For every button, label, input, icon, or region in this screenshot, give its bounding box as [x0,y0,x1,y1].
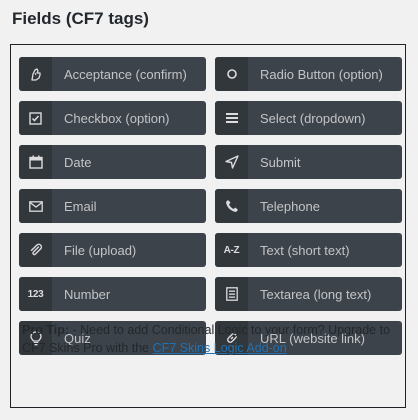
document-icon [215,277,248,311]
tag-button-label: Radio Button (option) [260,66,383,82]
pro-tip: Pro Tip: - Need to add Conditional Logic… [22,321,392,357]
calendar-icon [19,145,52,179]
pro-tip-prefix: Pro Tip: [22,323,69,337]
send-arrow-icon [215,145,248,179]
tag-button-label: Acceptance (confirm) [64,66,187,82]
phone-icon [215,189,248,223]
tag-button-label: Checkbox (option) [64,110,170,126]
tag-button-number[interactable]: 123 Number [19,277,206,311]
tag-button-label: Text (short text) [260,242,350,258]
tag-button-label: File (upload) [64,242,137,258]
paperclip-icon [19,233,52,267]
tag-button-text[interactable]: A-Z Text (short text) [215,233,402,267]
a-z-icon-text: A-Z [223,244,240,256]
checkbox-icon [19,101,52,135]
tag-button-date[interactable]: Date [19,145,206,179]
tag-button-select[interactable]: Select (dropdown) [215,101,402,135]
tag-button-textarea[interactable]: Textarea (long text) [215,277,402,311]
tag-button-grid: Acceptance (confirm) Radio Button (optio… [19,57,402,355]
a-z-icon: A-Z [215,233,248,267]
number-icon: 123 [19,277,52,311]
tag-button-file[interactable]: File (upload) [19,233,206,267]
logic-addon-link[interactable]: CF7 Skins Logic Add-on [153,341,287,355]
menu-lines-icon [215,101,248,135]
tag-button-label: Number [64,286,111,302]
tag-button-checkbox[interactable]: Checkbox (option) [19,101,206,135]
number-icon-text: 123 [27,288,44,300]
tag-button-label: Date [64,154,92,170]
tag-button-label: Telephone [260,198,320,214]
tag-button-label: Textarea (long text) [260,286,372,302]
tag-button-acceptance[interactable]: Acceptance (confirm) [19,57,206,91]
tag-button-label: Select (dropdown) [260,110,366,126]
tag-button-email[interactable]: Email [19,189,206,223]
hand-icon [19,57,52,91]
tag-button-label: Submit [260,154,301,170]
tag-button-label: Email [64,198,97,214]
panel-title: Fields (CF7 tags) [12,9,149,28]
tag-button-telephone[interactable]: Telephone [215,189,402,223]
tag-button-submit[interactable]: Submit [215,145,402,179]
radio-icon [215,57,248,91]
envelope-icon [19,189,52,223]
tag-button-radio[interactable]: Radio Button (option) [215,57,402,91]
